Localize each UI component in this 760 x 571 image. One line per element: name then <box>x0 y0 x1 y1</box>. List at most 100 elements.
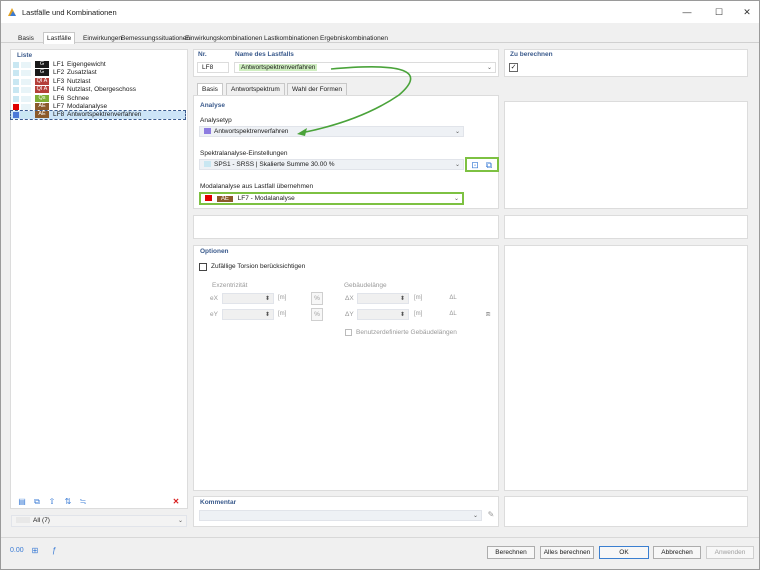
category-badge: QI A <box>35 86 49 94</box>
minimize-icon[interactable]: — <box>679 5 695 19</box>
color-swatch <box>21 112 31 119</box>
dx-input[interactable]: ⬍ <box>357 293 409 304</box>
dx-label: ΔX <box>345 295 354 302</box>
kommentar-input[interactable]: ⌄ <box>199 510 482 521</box>
dy-label: ΔY <box>345 311 354 318</box>
name-field[interactable]: Antwortspektrenverfahren ⌄ <box>234 62 496 73</box>
analysetyp-select[interactable]: Antwortspektrenverfahren ⌄ <box>199 126 464 137</box>
dialog-window: Lastfälle und Kombinationen — ☐ ✕ Basis … <box>0 0 760 570</box>
torsion-label: Zufällige Torsion berücksichtigen <box>211 263 306 270</box>
color-swatch <box>13 87 19 94</box>
modal-label: Modalanalyse aus Lastfall übernehmen <box>200 183 314 190</box>
dy-calc-icon[interactable]: ΔL <box>447 308 459 320</box>
units-icon[interactable]: 0.00 <box>10 545 24 557</box>
tab-lastfaelle[interactable]: Lastfälle <box>43 32 76 44</box>
color-swatch <box>13 95 19 102</box>
alles-berechnen-button[interactable]: Alles berechnen <box>540 546 594 559</box>
ey-unit: [m] <box>278 311 287 317</box>
berechnen-button[interactable]: Berechnen <box>487 546 535 559</box>
list-item[interactable]: G LF1 Eigengewicht <box>11 61 185 69</box>
color-swatch <box>13 112 19 119</box>
ok-button[interactable]: OK <box>599 546 649 559</box>
list-item[interactable]: AE LF7 Modalanalyse <box>11 103 185 111</box>
spektral-value: SPS1 - SRSS | Skalierte Summe 30.00 % <box>214 161 335 168</box>
category-badge: G <box>35 61 49 68</box>
list-heading: Liste <box>17 52 33 59</box>
nr-field[interactable]: LF8 <box>197 62 229 73</box>
list-filter-select[interactable]: All (7) ⌄ <box>11 515 187 527</box>
new-icon[interactable]: ▤ <box>16 496 28 508</box>
copy-icon[interactable]: ⧉ <box>31 496 43 508</box>
category-badge: QI A <box>35 77 49 85</box>
load-case-name: Modalanalyse <box>67 103 108 110</box>
color-swatch <box>21 104 31 110</box>
close-icon[interactable]: ✕ <box>739 5 755 19</box>
list-item[interactable]: AE LF8 Antwortspektrenverfahren <box>10 110 186 121</box>
table-icon[interactable]: ⊞ <box>29 545 41 557</box>
nr-label: Nr. <box>198 51 207 58</box>
ex-unit: [m] <box>278 295 287 301</box>
load-case-name: Schnee <box>67 94 90 102</box>
sort-icon[interactable]: ⇅ <box>62 496 74 508</box>
calc-checkbox[interactable]: ✓ <box>509 63 518 72</box>
window-title: Lastfälle und Kombinationen <box>22 8 117 17</box>
tab-ergebniskombinationen[interactable]: Ergebniskombinationen <box>317 33 391 44</box>
torsion-checkbox[interactable] <box>199 263 207 271</box>
custom-label: Benutzerdefinierte Gebäudelängen <box>356 329 457 336</box>
maximize-icon[interactable]: ☐ <box>711 5 727 19</box>
chevron-down-icon: ⌄ <box>177 518 183 524</box>
new-settings-icon[interactable]: ⊡ <box>469 159 481 171</box>
load-case-id: LF2 <box>53 69 65 77</box>
kommentar-edit-icon[interactable]: ✎ <box>485 509 497 521</box>
analyse-heading: Analyse <box>200 102 225 109</box>
load-case-id: LF7 <box>53 103 65 110</box>
tab-basis[interactable]: Basis <box>15 33 37 44</box>
analysetyp-value: Antwortspektrenverfahren <box>214 128 289 135</box>
list-item[interactable]: QI A LF3 Nutzlast <box>11 77 185 86</box>
inner-tab-antwortspektrum[interactable]: Antwortspektrum <box>226 83 285 95</box>
dx-calc-icon[interactable]: ΔL <box>447 292 459 304</box>
geometry-icon[interactable]: ⧈ <box>482 308 494 320</box>
edit-settings-icon[interactable]: ⧉ <box>483 159 495 171</box>
load-case-name: Nutzlast <box>67 77 91 85</box>
ey-input[interactable]: ⬍ <box>222 309 274 320</box>
category-badge: G <box>35 69 49 77</box>
modal-select[interactable]: AE LF7 - Modalanalyse ⌄ <box>199 192 464 205</box>
spektral-select[interactable]: SPS1 - SRSS | Skalierte Summe 30.00 % ⌄ <box>199 159 464 170</box>
custom-checkbox[interactable] <box>345 329 352 336</box>
dy-input[interactable]: ⬍ <box>357 309 409 320</box>
analysetyp-label: Analysetyp <box>200 117 232 124</box>
load-case-id: LF8 <box>53 111 65 119</box>
chevron-down-icon: ⌄ <box>454 129 460 135</box>
load-case-name: Zusatzlast <box>67 69 97 77</box>
spektral-label: Spektralanalyse-Einstellungen <box>200 150 288 157</box>
category-badge: AE <box>35 111 49 119</box>
abbrechen-button[interactable]: Abbrechen <box>653 546 701 559</box>
optionen-right-panel <box>504 245 748 491</box>
ex-input[interactable]: ⬍ <box>222 293 274 304</box>
list-item[interactable]: Qs LF6 Schnee <box>11 94 185 103</box>
color-swatch <box>13 104 19 110</box>
main-tabs: Basis Lastfälle Einwirkungen Bemessungss… <box>1 23 759 44</box>
delete-icon[interactable]: ✕ <box>170 496 182 508</box>
ex-pct-button[interactable]: % <box>311 292 323 305</box>
name-value: Antwortspektrenverfahren <box>239 64 318 71</box>
inner-tab-wahl-der-formen[interactable]: Wahl der Formen <box>287 83 347 95</box>
dy-unit: [m] <box>414 311 423 317</box>
tab-einwirkungskombinationen[interactable]: Einwirkungskombinationen <box>182 33 265 44</box>
function-icon[interactable]: ƒ <box>48 545 60 557</box>
kommentar-right-panel <box>504 496 748 527</box>
anwenden-button[interactable]: Anwenden <box>706 546 754 559</box>
filter-icon[interactable]: ≒ <box>77 496 89 508</box>
category-badge: Qs <box>35 94 49 102</box>
inner-tab-basis[interactable]: Basis <box>197 83 223 95</box>
chevron-down-icon: ⌄ <box>472 513 478 519</box>
ey-pct-button[interactable]: % <box>311 308 323 321</box>
load-case-name: Eigengewicht <box>67 61 106 68</box>
tab-lastkombinationen[interactable]: Lastkombinationen <box>261 33 322 44</box>
import-icon[interactable]: ⇧ <box>46 496 58 508</box>
list-item[interactable]: G LF2 Zusatzlast <box>11 69 185 77</box>
list-item[interactable]: QI A LF4 Nutzlast, Obergeschoss <box>11 86 185 94</box>
load-case-name: Antwortspektrenverfahren <box>67 111 142 119</box>
app-icon <box>8 8 16 16</box>
